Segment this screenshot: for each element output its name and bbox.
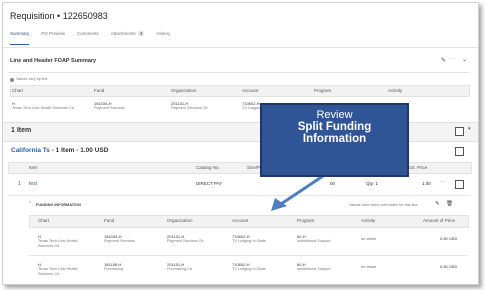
funding-row-2-fund: 181185-H Purchasing <box>104 262 123 272</box>
funding-row-2-chart: H Texas Tech Univ Health Sciences Ctr <box>38 262 88 277</box>
items-menu-caret-icon[interactable]: ▾ <box>468 126 471 132</box>
callout-line-2: Split Funding <box>297 121 372 133</box>
funding-row-2-account: 710602-H TV Lodging In-State <box>232 262 266 272</box>
item-col-catalog: Catalog No. <box>196 165 220 170</box>
funding-row-1-account-desc: TV Lodging In-State <box>232 239 266 243</box>
funding-row-2-amount: 0.50 USD <box>440 264 458 269</box>
foap-chart-cell: H Texas Tech Univ Health Sciences Ctr <box>12 101 87 111</box>
tab-po-preview[interactable]: PO Preview <box>41 31 65 45</box>
values-vary-note: Values vary by line <box>10 77 48 82</box>
foap-col-organization: Organization <box>171 88 197 93</box>
funding-col-account: Account <box>232 218 249 223</box>
funding-row-1-program: 60-H Institutional Support <box>297 234 331 244</box>
funding-col-amount: Amount of Price <box>423 218 456 223</box>
funding-collapse-chevron-icon[interactable]: ⌃ <box>28 201 32 207</box>
values-vary-text: Values vary by line <box>16 77 48 81</box>
funding-row-2-org-desc: Purchasing Ctr <box>167 267 193 271</box>
foap-chart-desc: Texas Tech Univ Health Sciences Ctr <box>12 106 75 110</box>
tab-comments[interactable]: Comments <box>77 31 99 45</box>
tab-bar: Summary PO Preview Comments Attachments 4… <box>10 31 182 45</box>
foap-col-account: Account <box>242 88 259 93</box>
tab-history[interactable]: History <box>156 31 170 45</box>
funding-row-1-program-desc: Institutional Support <box>297 239 331 243</box>
items-count-title: 1 Item <box>11 127 32 134</box>
requisition-number: 122650983 <box>62 11 108 21</box>
attachments-count-badge: 4 <box>137 31 145 36</box>
foap-fund-desc: Payment Services <box>94 106 125 110</box>
funding-row-divider <box>29 255 467 256</box>
supplier-line: California Ts - 1 Item - 1.00 USD <box>11 147 108 154</box>
funding-edit-icon[interactable]: ✎ <box>435 201 440 207</box>
item-catalog-no: DIRECT PAY <box>196 181 223 186</box>
funding-override-note: Values have been overridden for this lin… <box>349 203 418 207</box>
funding-row-1-org: 201131-H Payment Services Ctr <box>167 234 204 244</box>
collapse-chevron-icon[interactable]: ⌄ <box>462 56 467 63</box>
item-col-item: Item <box>29 165 38 170</box>
foap-org-desc: Payment Services Ctr <box>171 106 208 110</box>
supplier-link[interactable]: California Ts <box>11 147 50 154</box>
foap-col-chart: Chart <box>12 88 24 93</box>
funding-row-2-org: 201151-H Purchasing Ctr <box>167 262 192 272</box>
page-title: Requisition • 122650983 <box>10 11 108 21</box>
item-col-ext-price: Ext. Price <box>408 165 428 170</box>
tab-summary[interactable]: Summary <box>10 31 30 45</box>
funding-col-chart: Chart <box>38 218 50 223</box>
item-checkbox[interactable] <box>455 180 464 189</box>
funding-row-2-program: 60-H Institutional Support <box>297 262 331 272</box>
callout-line-3: Information <box>302 133 367 145</box>
review-split-funding-callout: Review Split Funding Information <box>260 103 409 177</box>
funding-row-2-fund-desc: Purchasing <box>104 267 123 271</box>
foap-col-activity: Activity <box>388 88 403 93</box>
funding-row-2-activity: no value <box>361 264 377 269</box>
funding-row-1-chart-desc: Texas Tech Univ Health Sciences Ctr <box>38 239 78 248</box>
funding-row-2-account-desc: TV Lodging In-State <box>232 267 266 271</box>
title-label: Requisition <box>10 11 55 21</box>
foap-col-program: Program <box>314 88 332 93</box>
funding-col-organization: Organization <box>167 218 193 223</box>
tab-attachments-label: Attachments <box>110 31 136 36</box>
funding-row-1-account: 710602-H TV Lodging In-State <box>232 234 266 244</box>
funding-col-program: Program <box>297 218 315 223</box>
item-name-link[interactable]: test <box>29 181 37 187</box>
tab-attachments[interactable]: Attachments 4 <box>111 31 145 45</box>
item-quantity: Qty: 1 <box>366 181 379 186</box>
funding-col-fund: Fund <box>104 218 115 223</box>
funding-delete-icon[interactable]: 🗑 <box>446 201 453 207</box>
select-all-checkbox[interactable] <box>455 127 464 136</box>
foap-org-cell: 201131-H Payment Services Ctr <box>171 101 208 111</box>
funding-row-1-fund-desc: Payment Services <box>104 239 135 243</box>
edit-pencil-icon[interactable]: ✎ <box>441 57 446 64</box>
funding-row-1-org-desc: Payment Services Ctr <box>167 239 204 243</box>
supplier-summary: - 1 Item - 1.00 USD <box>51 147 109 154</box>
funding-header-row <box>29 215 469 228</box>
funding-info-title: FUNDING INFORMATION <box>36 203 81 207</box>
funding-row-1-amount: 0.50 USD <box>440 236 458 241</box>
tabs-divider <box>3 47 478 48</box>
foap-fund-cell: 181034-H Payment Services <box>94 101 125 111</box>
funding-row-2-chart-desc: Texas Tech Univ Health Sciences Ctr <box>38 267 78 276</box>
info-icon <box>10 77 14 82</box>
foap-summary-title: Line and Header FOAP Summary <box>10 58 97 64</box>
funding-col-activity: Activity <box>361 218 376 223</box>
funding-row-1-fund: 181034-H Payment Services <box>104 234 135 244</box>
item-more-icon[interactable]: ··· <box>440 179 446 185</box>
more-options-icon[interactable]: ··· <box>450 56 456 62</box>
foap-col-fund: Fund <box>94 88 105 93</box>
funding-row-1-activity: no value <box>361 236 377 241</box>
item-divider <box>8 195 470 196</box>
funding-row-2-program-desc: Institutional Support <box>297 267 331 271</box>
item-ext-price: 1.00 <box>422 181 431 186</box>
callout-line-1: Review <box>316 109 353 121</box>
foap-divider <box>8 72 470 73</box>
funding-row-1-chart: H Texas Tech Univ Health Sciences Ctr <box>38 234 88 249</box>
item-row-index: 1 <box>18 181 21 187</box>
requisition-window: Requisition • 122650983 Summary PO Previ… <box>2 2 479 285</box>
title-separator: • <box>57 11 61 21</box>
supplier-checkbox[interactable] <box>455 147 464 156</box>
